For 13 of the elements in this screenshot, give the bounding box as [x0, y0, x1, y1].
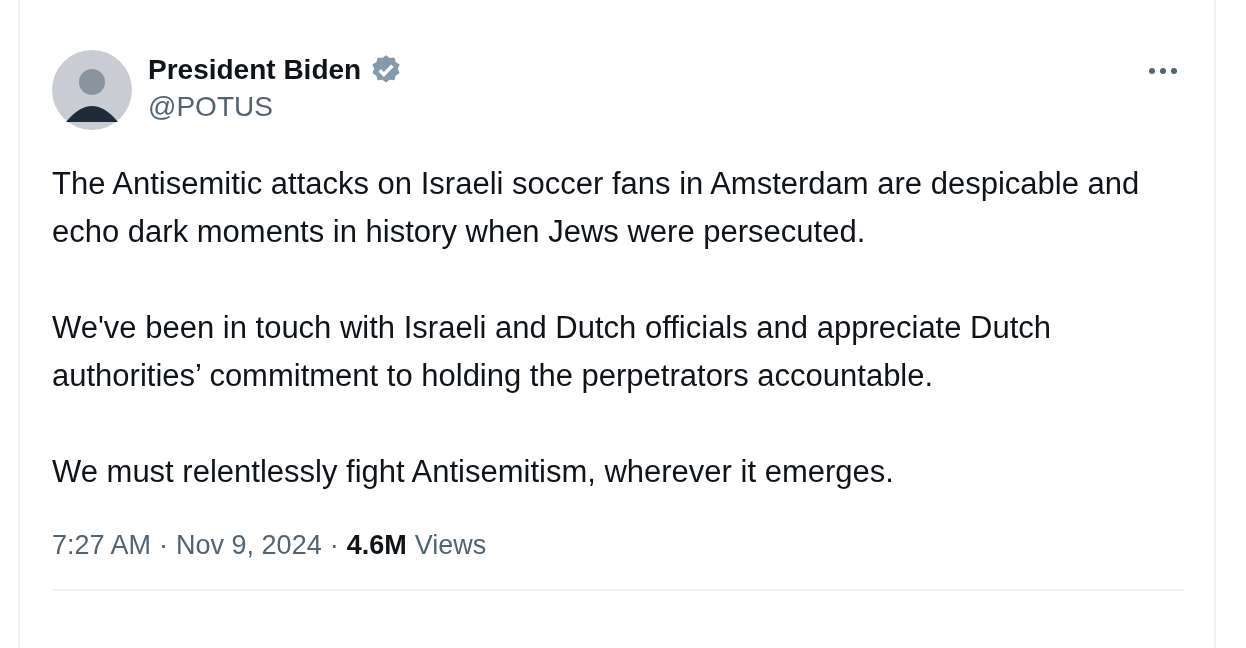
separator-dot: ·	[329, 530, 339, 561]
views-label: Views	[414, 530, 487, 561]
author-handle[interactable]: @POTUS	[148, 91, 404, 123]
post-text: We've been in touch with Israeli and Dutch officials and appreciate Dutch authorities’ commitment to holding the perpetrators accountable.	[52, 309, 1053, 395]
more-icon[interactable]	[1148, 67, 1178, 75]
views-count: 4.6M	[346, 530, 407, 561]
author-name[interactable]: President Biden	[148, 54, 362, 86]
separator-dot: ·	[159, 530, 169, 561]
post-date[interactable]: Nov 9, 2024	[176, 530, 322, 561]
post-text: We must relentlessly fight Antisemitism, wherever it emerges.	[52, 453, 895, 491]
post-text: The Antisemitic attacks on Israeli soccer fans in Amsterdam are despicable and echo dark moments in history when Jews were persecuted.	[52, 165, 1141, 251]
post-time[interactable]: 7:27 AM	[52, 530, 152, 561]
avatar[interactable]	[52, 50, 132, 130]
